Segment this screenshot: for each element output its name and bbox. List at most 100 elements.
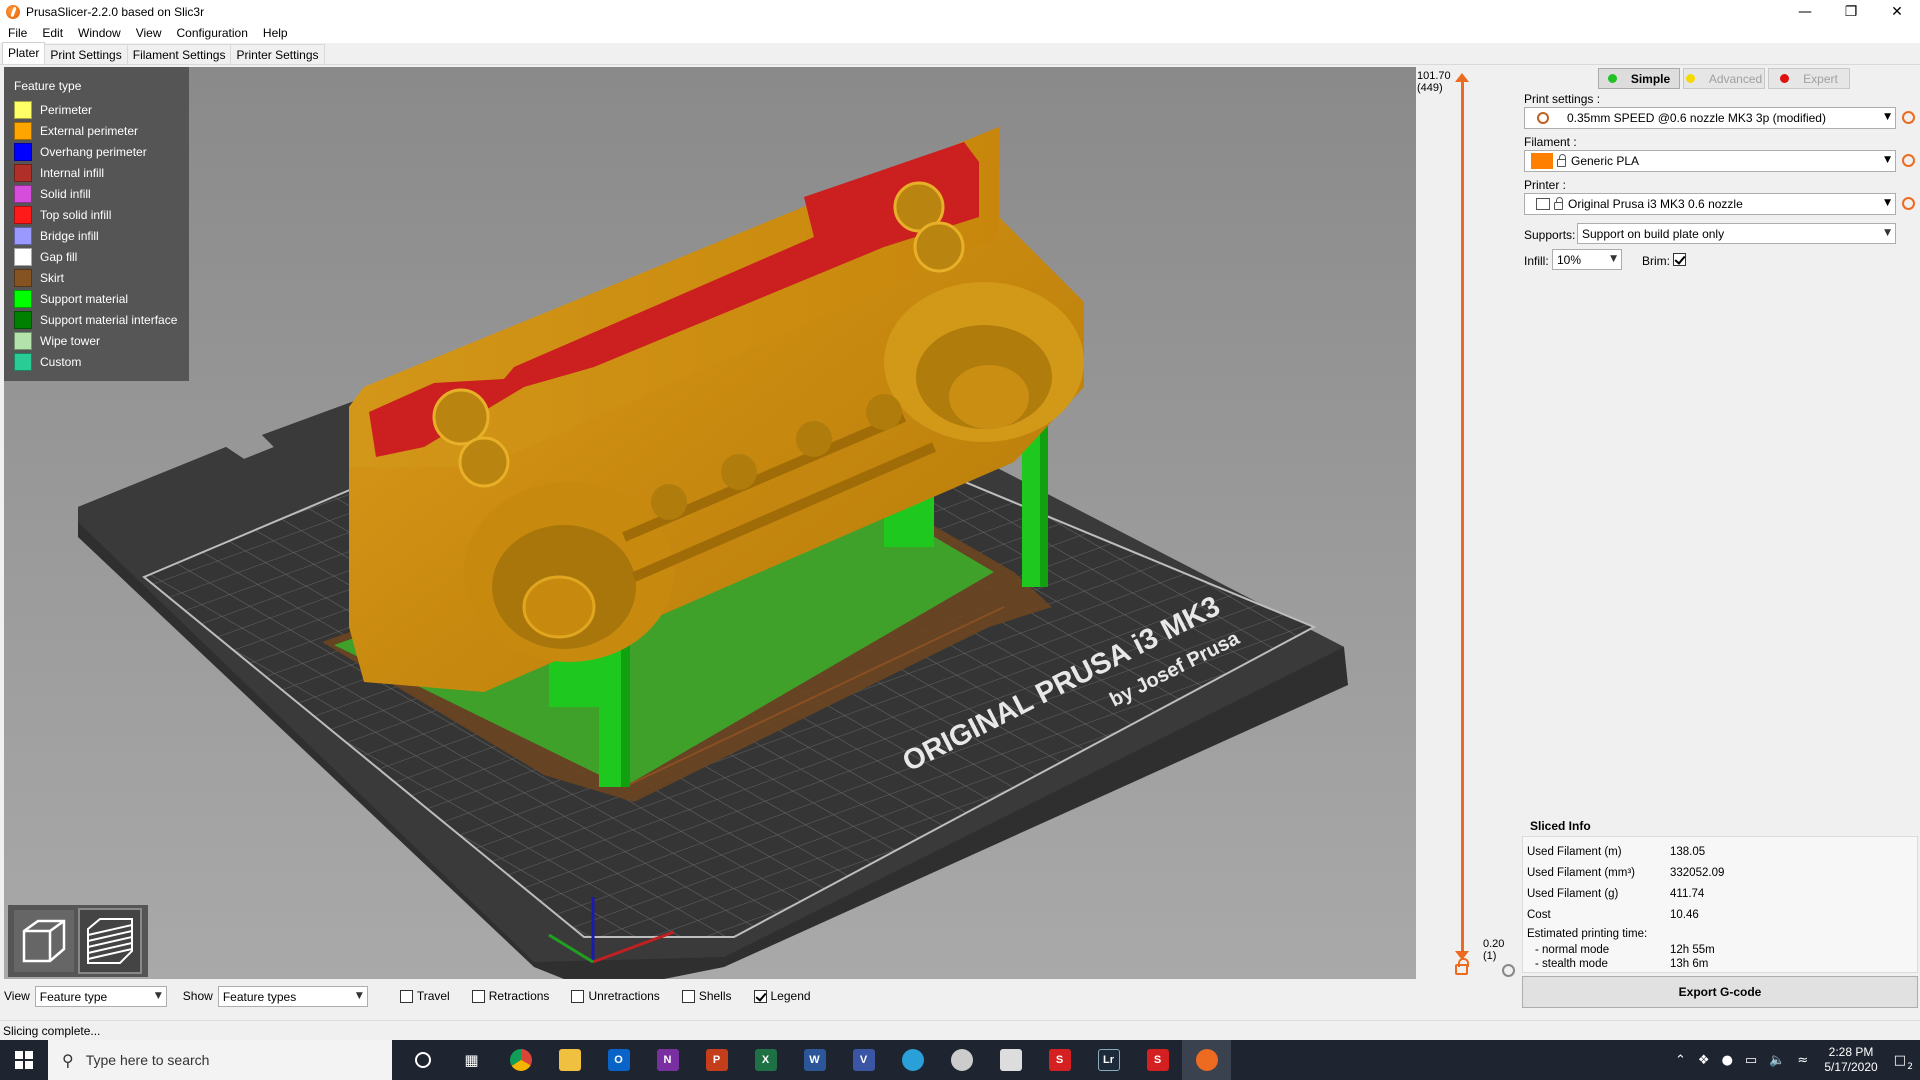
- printer-gear-icon[interactable]: [1902, 197, 1915, 210]
- dropbox-icon[interactable]: ❖: [1698, 1053, 1710, 1068]
- printer-label: Printer :: [1524, 178, 1567, 192]
- powerpoint-icon[interactable]: P: [692, 1040, 741, 1080]
- status-bar: Slicing complete...: [0, 1020, 1920, 1040]
- chevron-up-icon[interactable]: ⌃: [1675, 1053, 1686, 1068]
- legend-label: Top solid infill: [40, 207, 112, 222]
- menu-configuration[interactable]: Configuration: [177, 26, 248, 40]
- clock[interactable]: 2:28 PM 5/17/2020: [1824, 1045, 1877, 1075]
- tab-filament-settings[interactable]: Filament Settings: [126, 44, 232, 64]
- menu-edit[interactable]: Edit: [42, 26, 63, 40]
- battery-icon[interactable]: ▭: [1745, 1053, 1757, 1068]
- mode-dot-icon: [1607, 74, 1617, 83]
- legend-item: Perimeter: [14, 99, 179, 120]
- wifi-icon[interactable]: ≈: [1797, 1053, 1808, 1068]
- legend-item: Wipe tower: [14, 330, 179, 351]
- layer-slider-track[interactable]: [1461, 80, 1464, 958]
- supports-select[interactable]: Support on build plate only ▼: [1577, 223, 1896, 244]
- legend-checkbox[interactable]: Legend: [753, 989, 811, 1003]
- onenote-icon[interactable]: N: [643, 1040, 692, 1080]
- chrome-icon[interactable]: [496, 1040, 545, 1080]
- file-explorer-icon[interactable]: [545, 1040, 594, 1080]
- legend-label: Custom: [40, 354, 82, 369]
- prusaslicer-app-icon: [6, 4, 20, 19]
- legend-swatch: [14, 310, 32, 329]
- legend-swatch: [14, 289, 32, 308]
- layer-slider[interactable]: 101.70 (449) 0.20 (1): [1416, 67, 1516, 979]
- show-features-select[interactable]: Feature types ▼: [217, 985, 368, 1007]
- start-button[interactable]: [0, 1040, 48, 1080]
- printer-select[interactable]: Original Prusa i3 MK3 0.6 nozzle ▼: [1524, 193, 1896, 215]
- menu-window[interactable]: Window: [78, 26, 121, 40]
- show-label: Show: [182, 989, 213, 1003]
- prusaslicer-taskbar-icon[interactable]: [1182, 1040, 1231, 1080]
- legend-item: Support material: [14, 288, 179, 309]
- legend-label: Overhang perimeter: [40, 144, 147, 159]
- solidworks-icon[interactable]: S: [1133, 1040, 1182, 1080]
- window-title: PrusaSlicer-2.2.0 based on Slic3r: [26, 4, 205, 19]
- layers-view-icon[interactable]: [78, 908, 142, 974]
- excel-icon[interactable]: X: [741, 1040, 790, 1080]
- filament-select[interactable]: Generic PLA ▼: [1524, 150, 1896, 172]
- tab-print-settings[interactable]: Print Settings: [44, 44, 128, 64]
- lightroom-icon[interactable]: Lr: [1084, 1040, 1133, 1080]
- filament-gear-icon[interactable]: [1902, 154, 1915, 167]
- filament-label: Filament :: [1524, 135, 1577, 149]
- legend-swatch: [14, 100, 32, 119]
- print-settings-gear-icon[interactable]: [1902, 111, 1915, 124]
- legend-item: Internal infill: [14, 162, 179, 183]
- print-settings-select[interactable]: 0.35mm SPEED @0.6 nozzle MK3 3p (modifie…: [1524, 107, 1896, 129]
- mode-dot-icon: [1685, 74, 1695, 83]
- menu-view[interactable]: View: [136, 26, 162, 40]
- shells-checkbox[interactable]: Shells: [681, 989, 732, 1003]
- checkbox-box: [399, 989, 413, 1003]
- mode-advanced-button[interactable]: Advanced: [1683, 68, 1765, 89]
- tab-plater[interactable]: Plater: [2, 42, 46, 64]
- restore-button[interactable]: ❐: [1828, 0, 1874, 23]
- mode-simple-button[interactable]: Simple: [1598, 68, 1680, 89]
- info-row: Used Filament (m) 138.05: [1527, 845, 1706, 858]
- retractions-checkbox[interactable]: Retractions: [471, 989, 549, 1003]
- legend-label: Perimeter: [40, 102, 93, 117]
- menu-file[interactable]: File: [8, 26, 27, 40]
- visio-icon[interactable]: V: [839, 1040, 888, 1080]
- chevron-down-icon: ▼: [1884, 228, 1891, 238]
- infill-select[interactable]: 10% ▼: [1552, 249, 1622, 270]
- legend-swatch: [14, 352, 32, 371]
- minimize-button[interactable]: —: [1782, 0, 1828, 23]
- view-type-select[interactable]: Feature type ▼: [34, 985, 167, 1007]
- mode-expert-button[interactable]: Expert: [1768, 68, 1850, 89]
- outlook-icon[interactable]: O: [594, 1040, 643, 1080]
- app-icon[interactable]: [937, 1040, 986, 1080]
- legend-item: External perimeter: [14, 120, 179, 141]
- export-gcode-button[interactable]: Export G-code: [1522, 976, 1918, 1008]
- mode-dot-icon: [1780, 74, 1790, 83]
- word-icon[interactable]: W: [790, 1040, 839, 1080]
- notifications-icon[interactable]: □ 2: [1894, 1053, 1913, 1072]
- menu-help[interactable]: Help: [263, 26, 288, 40]
- travel-checkbox[interactable]: Travel: [399, 989, 450, 1003]
- cortana-icon[interactable]: [398, 1040, 447, 1080]
- lock-icon: [1554, 196, 1563, 210]
- brim-checkbox[interactable]: [1673, 253, 1690, 266]
- title-bar: PrusaSlicer-2.2.0 based on Slic3r — ❐ ✕: [0, 0, 1920, 23]
- tab-printer-settings[interactable]: Printer Settings: [230, 44, 325, 64]
- app-tray-icon[interactable]: ●: [1722, 1053, 1733, 1068]
- solidworks-icon[interactable]: S: [1035, 1040, 1084, 1080]
- close-button[interactable]: ✕: [1874, 0, 1920, 23]
- app-icon[interactable]: [986, 1040, 1035, 1080]
- unretractions-checkbox[interactable]: Unretractions: [571, 989, 660, 1003]
- task-view-icon[interactable]: ▦: [447, 1040, 496, 1080]
- lock-icon[interactable]: [1455, 958, 1469, 975]
- volume-icon[interactable]: 🔈: [1769, 1053, 1785, 1068]
- tab-bar: Plater Print Settings Filament Settings …: [0, 42, 1920, 65]
- taskbar-search[interactable]: ⚲ Type here to search: [48, 1040, 392, 1080]
- legend-item: Support material interface: [14, 309, 179, 330]
- 3d-view-icon[interactable]: [14, 910, 74, 972]
- legend-swatch: [14, 163, 32, 182]
- app-icon[interactable]: [888, 1040, 937, 1080]
- taskbar-apps: ▦ O N P X W V S Lr S: [398, 1040, 1231, 1080]
- 3d-preview-canvas[interactable]: ORIGINAL PRUSA i3 MK3 by Josef Prusa Fea…: [4, 67, 1420, 979]
- legend-swatch: [14, 268, 32, 287]
- checkbox-box: [1673, 253, 1686, 266]
- cog-icon[interactable]: [1502, 964, 1515, 977]
